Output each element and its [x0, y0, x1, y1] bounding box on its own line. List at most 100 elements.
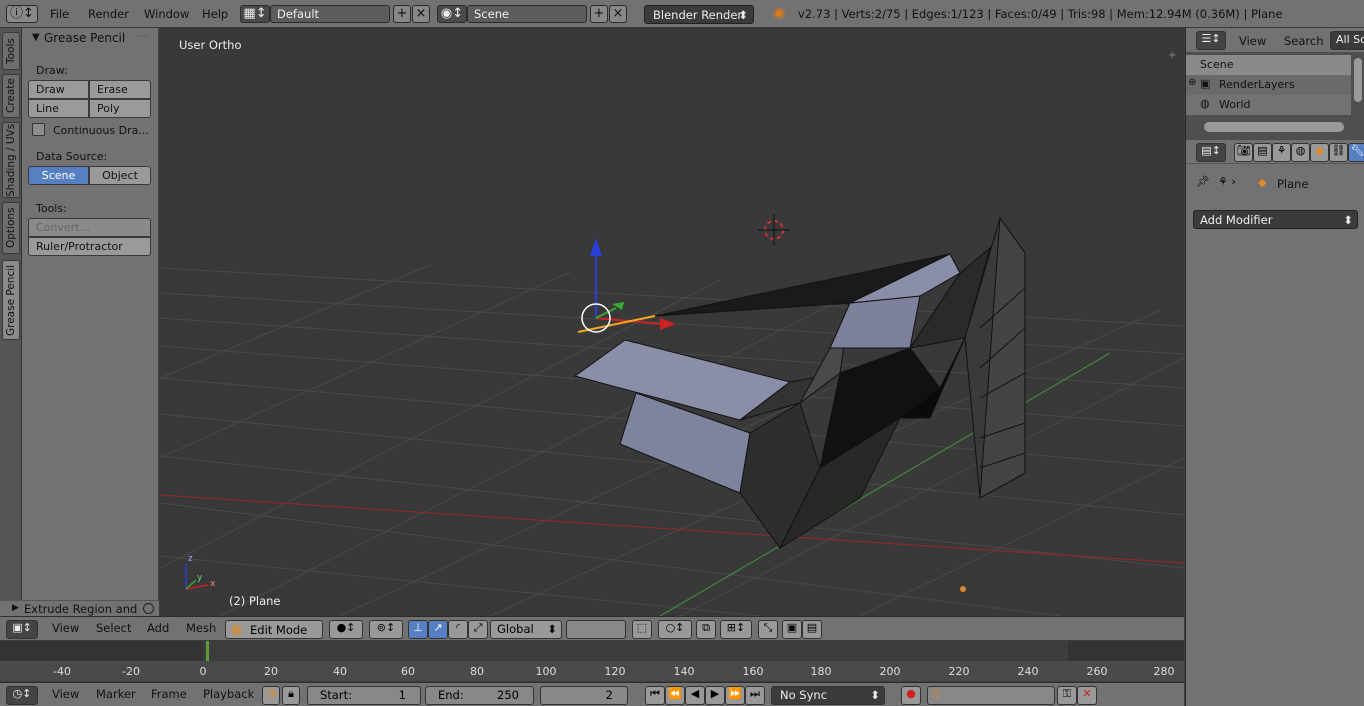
editor-type-properties-icon[interactable]: ▤↕	[1196, 143, 1226, 162]
current-frame-field[interactable]: 2	[540, 686, 628, 705]
outliner-filter-dropdown[interactable]: All Sc	[1330, 31, 1364, 50]
layer-buttons-icon[interactable]	[566, 620, 626, 639]
erase-button[interactable]: Erase	[89, 80, 151, 99]
delete-keyframe-icon[interactable]: ✕	[1077, 686, 1097, 705]
menu-help[interactable]: Help	[202, 7, 228, 21]
menu-view[interactable]: View	[52, 621, 79, 639]
transform-orientation-dropdown[interactable]: Global ⬍	[490, 620, 562, 639]
operator-title[interactable]: Extrude Region and	[24, 602, 137, 616]
world-tab-icon[interactable]: ◍	[1291, 143, 1310, 162]
start-frame-field[interactable]: Start: 1	[307, 686, 421, 705]
proportional-edit-icon[interactable]: ○↕	[658, 620, 692, 639]
ruler-protractor-button[interactable]: Ruler/Protractor	[28, 237, 151, 256]
editor-type-outliner-icon[interactable]: ☰↕	[1196, 31, 1226, 50]
screen-layout-field[interactable]: Default	[270, 5, 390, 23]
3d-cursor[interactable]	[758, 214, 790, 246]
snap-target-icon[interactable]: ⤡	[758, 620, 778, 639]
draw-button[interactable]: Draw	[28, 80, 89, 99]
3d-viewport[interactable]: User Ortho (2) Plane z y x +	[160, 28, 1184, 616]
end-frame-field[interactable]: End: 250	[425, 686, 534, 705]
opengl-render-icon[interactable]: ▣	[782, 620, 802, 639]
tab-grease-pencil[interactable]: Grease Pencil	[2, 260, 20, 340]
tab-create[interactable]: Create	[2, 74, 20, 118]
viewport-shading-icon[interactable]: ●↕	[329, 620, 363, 639]
pin-icon[interactable]: 📌︎	[1196, 175, 1210, 188]
rotate-manipulator-icon[interactable]: ◜	[448, 620, 468, 639]
line-button[interactable]: Line	[28, 99, 89, 118]
transform-manipulator[interactable]	[577, 238, 676, 333]
add-scene-icon[interactable]: +	[590, 5, 608, 23]
play-icon[interactable]: ▶	[705, 686, 725, 705]
menu-playback[interactable]: Playback	[203, 687, 254, 705]
operator-circle-icon[interactable]	[143, 603, 154, 614]
render-layers-tab-icon[interactable]: ▤	[1253, 143, 1272, 162]
play-reverse-icon[interactable]: ◀	[685, 686, 705, 705]
outliner-menu-view[interactable]: View	[1239, 34, 1266, 52]
constraints-tab-icon[interactable]: ⛓	[1329, 143, 1348, 162]
keying-icon[interactable]: ◔	[262, 686, 280, 705]
mode-dropdown[interactable]: ▦ Edit Mode	[225, 620, 323, 639]
outliner-horizontal-scrollbar[interactable]	[1204, 122, 1344, 132]
object-tab-icon[interactable]: ◆	[1310, 143, 1329, 162]
menu-marker[interactable]: Marker	[96, 687, 136, 705]
remove-scene-icon[interactable]: ×	[609, 5, 627, 23]
add-modifier-dropdown[interactable]: Add Modifier ⬍	[1193, 210, 1358, 229]
jump-keyframe-back-icon[interactable]: ⏪	[665, 686, 685, 705]
add-screen-icon[interactable]: +	[393, 5, 411, 23]
render-tab-icon[interactable]: 📷︎	[1234, 143, 1253, 162]
drag-handle-icon[interactable]: ⋯	[138, 32, 147, 42]
editor-type-info-icon[interactable]: ⓘ↕	[6, 5, 38, 23]
menu-view[interactable]: View	[52, 687, 79, 705]
editor-type-3dview-icon[interactable]: ▣↕	[6, 620, 38, 639]
tab-tools[interactable]: Tools	[2, 32, 20, 70]
scene-icon[interactable]: ◉↕	[437, 5, 467, 23]
menu-mesh[interactable]: Mesh	[186, 621, 216, 639]
menu-frame[interactable]: Frame	[151, 687, 187, 705]
render-engine-dropdown[interactable]: Blender Render ⬍	[644, 5, 754, 24]
translate-manipulator-icon[interactable]: ↗	[428, 620, 448, 639]
snap-element-icon[interactable]: ⊞↕	[720, 620, 752, 639]
pivot-point-icon[interactable]: ⊚↕	[369, 620, 403, 639]
mesh-object[interactable]	[573, 216, 1026, 550]
expand-plus-icon[interactable]: ⊕	[1188, 77, 1196, 88]
tab-shading-uvs[interactable]: Shading / UVs	[2, 122, 20, 198]
current-frame-marker[interactable]	[206, 641, 209, 661]
jump-end-icon[interactable]: ⏭	[745, 686, 765, 705]
outliner-menu-search[interactable]: Search	[1284, 34, 1324, 52]
menu-file[interactable]: File	[50, 7, 69, 21]
scene-tab-icon[interactable]: ⚘	[1272, 143, 1291, 162]
lock-icon[interactable]: 🔒︎	[282, 686, 300, 705]
opengl-anim-icon[interactable]: ▤	[802, 620, 822, 639]
sync-mode-dropdown[interactable]: No Sync ⬍	[771, 686, 885, 705]
menu-add[interactable]: Add	[147, 621, 169, 639]
jump-keyframe-forward-icon[interactable]: ⏩	[725, 686, 745, 705]
outliner-item-scene[interactable]: Scene	[1186, 55, 1351, 75]
screen-layout-icon[interactable]: ▦↕	[240, 5, 270, 23]
record-icon[interactable]: ●	[901, 686, 921, 705]
tab-options[interactable]: Options	[2, 202, 20, 254]
modifiers-tab-icon[interactable]: 🔧︎	[1348, 143, 1364, 162]
limit-selection-icon[interactable]: ⬚	[632, 620, 652, 639]
poly-button[interactable]: Poly	[89, 99, 151, 118]
snap-toggle-icon[interactable]: ⧉	[696, 620, 716, 639]
operator-triangle-icon[interactable]: ▶	[12, 603, 19, 613]
keying-set-field[interactable]: ⚿	[927, 686, 1055, 705]
manipulator-toggle-icon[interactable]: ⊥	[408, 620, 428, 639]
convert-button[interactable]: Convert...	[28, 218, 151, 237]
outliner-item-renderlayers[interactable]: ⊕ ▣ RenderLayers	[1186, 75, 1351, 95]
outliner-item-world[interactable]: ◍ World	[1186, 95, 1351, 115]
jump-start-icon[interactable]: ⏮	[645, 686, 665, 705]
scene-field[interactable]: Scene	[467, 5, 587, 23]
menu-select[interactable]: Select	[96, 621, 131, 639]
editor-type-timeline-icon[interactable]: ◷↕	[6, 686, 38, 705]
timeline-area[interactable]: -40 -20 0 20 40 60 80 100 120 140 160 18…	[0, 641, 1184, 681]
continuous-checkbox[interactable]	[32, 123, 45, 136]
insert-keyframe-icon[interactable]: ⚿	[1057, 686, 1077, 705]
menu-window[interactable]: Window	[144, 7, 189, 21]
remove-screen-icon[interactable]: ×	[412, 5, 430, 23]
outliner-vertical-scrollbar[interactable]	[1354, 58, 1362, 102]
scale-manipulator-icon[interactable]: ⤢	[468, 620, 488, 639]
viewport-corner-plus-icon[interactable]: +	[1168, 50, 1176, 61]
data-source-scene-button[interactable]: Scene	[28, 166, 89, 185]
menu-render[interactable]: Render	[88, 7, 129, 21]
